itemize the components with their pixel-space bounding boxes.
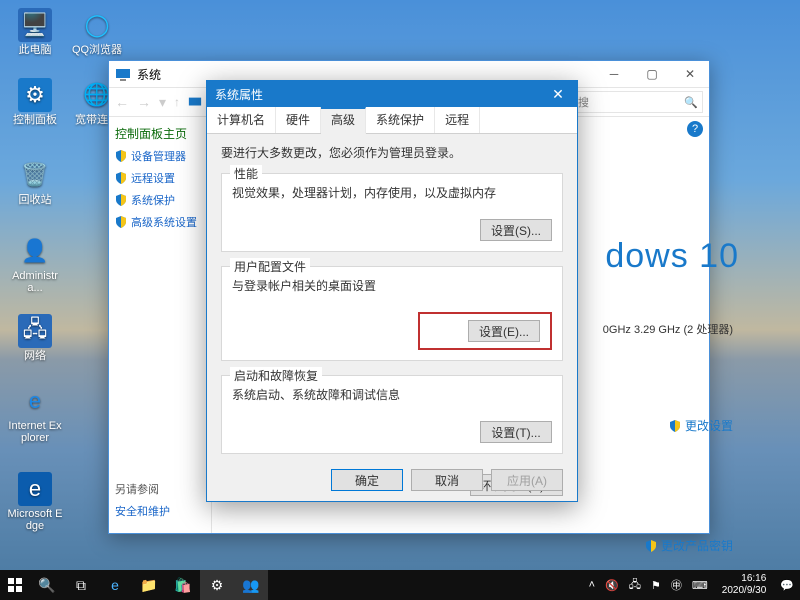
see-also: 另请参阅 安全和维护 (115, 481, 170, 519)
windows-logo-icon (8, 578, 22, 592)
group-boot-label: 启动和故障恢复 (230, 367, 322, 384)
sidebar-link-device-manager[interactable]: 设备管理器 (115, 148, 205, 164)
search-icon: 🔍 (684, 96, 698, 109)
tray-network-icon[interactable]: 🖧 (627, 576, 643, 595)
tray-flag-icon[interactable]: ⚑ (649, 579, 663, 592)
taskbar: 🔍 ⧉ e 📁 🛍️ ⚙ 👥 ˄ 🔇 🖧 ⚑ ㊥ ⌨ 16:16 2020/9/… (0, 570, 800, 600)
performance-settings-button[interactable]: 设置(S)... (480, 219, 552, 241)
minimize-button[interactable]: ─ (595, 61, 633, 87)
maximize-button[interactable]: ▢ (633, 61, 671, 87)
taskbar-edge[interactable]: e (98, 570, 132, 600)
dialog-tabs: 计算机名 硬件 高级 系统保护 远程 (207, 107, 577, 134)
group-performance-desc: 视觉效果，处理器计划，内存使用，以及虚拟内存 (232, 184, 552, 201)
desktop: 🖥️此电脑 ◯QQ浏览器 ⚙控制面板 🌐宽带连接 🗑️回收站 👤Administ… (0, 0, 800, 600)
taskbar-app[interactable]: 👥 (234, 570, 268, 600)
tray-volume-icon[interactable]: 🔇 (603, 579, 621, 592)
desktop-icon-control-panel[interactable]: ⚙控制面板 (6, 78, 64, 126)
desktop-icon-network[interactable]: 🖧网络 (6, 314, 64, 362)
tab-remote[interactable]: 远程 (435, 107, 480, 133)
shield-icon (115, 194, 127, 206)
shield-icon (115, 216, 127, 228)
dialog-title: 系统属性 (215, 86, 263, 103)
tray-keyboard-icon[interactable]: ⌨ (690, 579, 710, 592)
tray-clock[interactable]: 16:16 2020/9/30 (716, 573, 773, 597)
nav-up-icon[interactable]: ↑ (174, 95, 180, 109)
sidebar-title: 控制面板主页 (115, 125, 205, 142)
close-button[interactable]: ✕ (671, 61, 709, 87)
startup-settings-button[interactable]: 设置(T)... (480, 421, 552, 443)
system-properties-dialog: 系统属性 ✕ 计算机名 硬件 高级 系统保护 远程 要进行大多数更改，您必须作为… (206, 80, 578, 502)
group-startup-recovery: 启动和故障恢复 系统启动、系统故障和调试信息 设置(T)... (221, 375, 563, 454)
ok-button[interactable]: 确定 (331, 469, 403, 491)
taskbar-search[interactable]: 🔍 (30, 570, 64, 600)
sidebar-link-advanced[interactable]: 高级系统设置 (115, 214, 205, 230)
desktop-icon-ie[interactable]: eInternet Explorer (6, 384, 64, 444)
help-icon[interactable]: ? (687, 121, 703, 137)
dialog-close-button[interactable]: ✕ (539, 81, 577, 107)
shield-icon (115, 172, 127, 184)
desktop-icon-administrator[interactable]: 👤Administra... (6, 234, 64, 294)
sidebar-link-remote[interactable]: 远程设置 (115, 170, 205, 186)
computer-icon (188, 95, 202, 109)
cancel-button[interactable]: 取消 (411, 469, 483, 491)
group-boot-desc: 系统启动、系统故障和调试信息 (232, 386, 552, 403)
taskbar-store[interactable]: 🛍️ (166, 570, 200, 600)
windows-brand-text: dows 10 (605, 237, 739, 276)
user-profiles-settings-button[interactable]: 设置(E)... (468, 320, 540, 342)
search-input[interactable]: 搜🔍 (573, 91, 703, 113)
desktop-icon-edge[interactable]: eMicrosoft Edge (6, 472, 64, 532)
change-settings-link[interactable]: 更改设置 (669, 417, 733, 434)
admin-notice: 要进行大多数更改，您必须作为管理员登录。 (221, 144, 563, 161)
tab-advanced[interactable]: 高级 (321, 107, 366, 134)
desktop-icon-this-pc[interactable]: 🖥️此电脑 (6, 8, 64, 56)
taskbar-control-panel[interactable]: ⚙ (200, 570, 234, 600)
highlight-box: 设置(E)... (418, 312, 552, 350)
apply-button[interactable]: 应用(A) (491, 469, 563, 491)
shield-icon (645, 540, 657, 552)
group-performance-label: 性能 (230, 165, 262, 182)
start-button[interactable] (0, 570, 30, 600)
system-tray: ˄ 🔇 🖧 ⚑ ㊥ ⌨ 16:16 2020/9/30 💬 (583, 573, 800, 597)
dialog-titlebar[interactable]: 系统属性 ✕ (207, 81, 577, 107)
shield-icon (669, 420, 681, 432)
nav-dropdown-icon[interactable]: ▾ (159, 94, 166, 111)
tray-chevron-up-icon[interactable]: ˄ (587, 579, 597, 591)
advanced-pane: 要进行大多数更改，您必须作为管理员登录。 性能 视觉效果，处理器计划，内存使用，… (207, 134, 577, 478)
dialog-footer: 确定 取消 应用(A) (331, 469, 563, 491)
group-user-desc: 与登录帐户相关的桌面设置 (232, 277, 552, 294)
tab-protection[interactable]: 系统保护 (366, 107, 435, 133)
cpu-spec-text: 0GHz 3.29 GHz (2 处理器) (603, 321, 733, 337)
taskbar-explorer[interactable]: 📁 (132, 570, 166, 600)
tab-hardware[interactable]: 硬件 (276, 107, 321, 133)
shield-icon (115, 150, 127, 162)
tray-ime-icon[interactable]: ㊥ (669, 577, 684, 593)
change-product-key-link[interactable]: 更改产品密钥 (645, 537, 733, 554)
tray-time-text: 16:16 (741, 573, 766, 585)
sidebar: 控制面板主页 设备管理器 远程设置 系统保护 高级系统设置 另请参阅 安全和维护 (109, 117, 212, 533)
group-user-profiles: 用户配置文件 与登录帐户相关的桌面设置 设置(E)... (221, 266, 563, 361)
group-performance: 性能 视觉效果，处理器计划，内存使用，以及虚拟内存 设置(S)... (221, 173, 563, 252)
system-icon (115, 66, 131, 82)
tray-notifications-icon[interactable]: 💬 (778, 579, 796, 592)
tab-computer-name[interactable]: 计算机名 (207, 107, 276, 133)
sidebar-link-protection[interactable]: 系统保护 (115, 192, 205, 208)
desktop-icon-qq-browser[interactable]: ◯QQ浏览器 (68, 8, 126, 56)
see-also-link[interactable]: 安全和维护 (115, 503, 170, 519)
nav-forward-icon[interactable]: → (137, 94, 151, 110)
desktop-icon-recycle-bin[interactable]: 🗑️回收站 (6, 158, 64, 206)
nav-back-icon[interactable]: ← (115, 94, 129, 110)
taskbar-taskview[interactable]: ⧉ (64, 570, 98, 600)
tray-date-text: 2020/9/30 (722, 585, 767, 597)
group-user-label: 用户配置文件 (230, 258, 310, 275)
